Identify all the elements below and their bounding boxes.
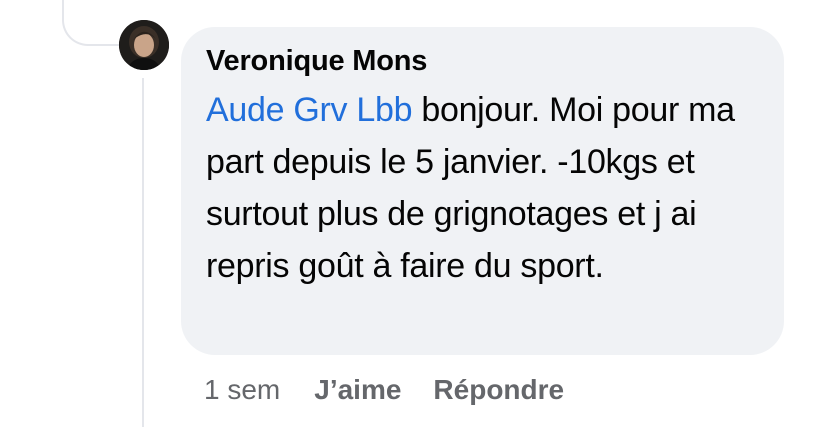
comment-bubble: Veronique Mons Aude Grv Lbb bonjour. Moi… [181,27,784,355]
like-button[interactable]: J’aime [314,374,401,406]
comment-timestamp[interactable]: 1 sem [204,374,280,406]
mention-link[interactable]: Aude Grv Lbb [206,91,413,129]
profile-photo-icon [119,20,169,70]
comment-actions: 1 sem J’aime Répondre [204,370,564,410]
thread-connector-curve [62,0,122,46]
avatar[interactable] [119,20,169,70]
reply-button[interactable]: Répondre [433,374,564,406]
comment-author-name[interactable]: Veronique Mons [206,44,764,78]
comment-text: Aude Grv Lbb bonjour. Moi pour ma part d… [206,84,746,292]
thread-connector-line [142,78,144,427]
